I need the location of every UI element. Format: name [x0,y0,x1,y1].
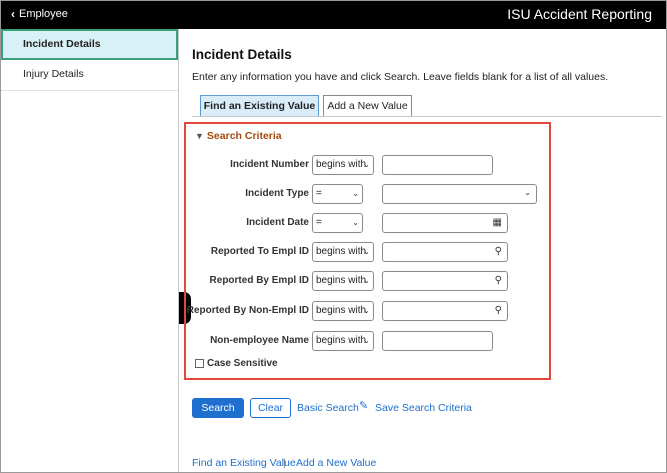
operator-value: begins with [316,159,367,170]
non-employee-name-input[interactable] [382,331,493,351]
reported-by-empl-id-operator-select[interactable]: begins with ⌄ [312,271,374,291]
field-label: Reported By Non-Empl ID [186,305,309,316]
field-row-incident-date: Incident Date = ⌄ ▦ [186,213,549,233]
back-label: Employee [19,8,68,20]
search-criteria-toggle[interactable]: ▼ Search Criteria [195,130,282,142]
case-sensitive-checkbox[interactable] [195,359,204,368]
incident-date-input[interactable]: ▦ [382,213,508,233]
page-title: Incident Details [192,47,292,62]
incident-type-operator-select[interactable]: = ⌄ [312,184,363,204]
incident-number-input[interactable] [382,155,493,175]
chevron-down-icon: ⌄ [363,306,370,315]
footer-find-existing-value-link[interactable]: Find an Existing Value [192,457,296,469]
footer-separator: | [283,457,286,469]
search-icon[interactable]: ⚲ [495,305,502,316]
field-label: Incident Type [245,188,309,199]
field-label: Incident Number [230,159,309,170]
case-sensitive-label: Case Sensitive [207,358,278,369]
field-row-incident-type: Incident Type = ⌄ ⌄ [186,184,549,204]
operator-value: = [316,217,322,228]
back-button[interactable]: ‹ Employee [11,8,68,20]
incident-type-select[interactable]: ⌄ [382,184,537,204]
search-icon[interactable]: ⚲ [495,275,502,286]
incident-number-operator-select[interactable]: begins with ⌄ [312,155,374,175]
chevron-down-icon: ⌄ [363,247,370,256]
tab-find-existing-value[interactable]: Find an Existing Value [200,95,319,117]
save-search-criteria-link[interactable]: Save Search Criteria [375,402,472,414]
chevron-down-icon: ⌄ [352,189,359,198]
chevron-down-icon: ⌄ [363,276,370,285]
chevron-down-icon: ⌄ [352,218,359,227]
field-label: Reported To Empl ID [210,246,309,257]
reported-to-empl-id-input[interactable]: ⚲ [382,242,508,262]
app-title: ISU Accident Reporting [507,6,652,22]
search-criteria-panel: ▼ Search Criteria Incident Number begins… [184,122,551,380]
field-row-reported-to-empl-id: Reported To Empl ID begins with ⌄ ⚲ [186,242,549,262]
operator-value: = [316,188,322,199]
search-icon[interactable]: ⚲ [495,246,502,257]
tab-add-new-value[interactable]: Add a New Value [323,95,412,117]
triangle-down-icon: ▼ [195,131,204,141]
top-bar: ‹ Employee ISU Accident Reporting [1,1,666,29]
field-row-reported-by-non-empl-id: Reported By Non-Empl ID begins with ⌄ ⚲ [186,301,549,321]
basic-search-link[interactable]: Basic Search [297,402,359,414]
field-label: Reported By Empl ID [209,275,309,286]
tab-divider [192,116,662,117]
operator-value: begins with [316,246,367,257]
field-row-incident-number: Incident Number begins with ⌄ [186,155,549,175]
operator-value: begins with [316,335,367,346]
instructions-text: Enter any information you have and click… [192,71,609,83]
chevron-left-icon: ‹ [11,7,15,21]
incident-date-operator-select[interactable]: = ⌄ [312,213,363,233]
sidebar: Incident Details Injury Details [1,29,179,472]
search-criteria-heading: Search Criteria [206,130,282,142]
chevron-down-icon: ⌄ [363,160,370,169]
reported-to-empl-id-operator-select[interactable]: begins with ⌄ [312,242,374,262]
calendar-icon[interactable]: ▦ [493,217,502,228]
field-label: Non-employee Name [210,335,309,346]
field-row-reported-by-empl-id: Reported By Empl ID begins with ⌄ ⚲ [186,271,549,291]
sidebar-item-injury-details[interactable]: Injury Details [1,60,178,91]
reported-by-empl-id-input[interactable]: ⚲ [382,271,508,291]
reported-by-non-empl-id-operator-select[interactable]: begins with ⌄ [312,301,374,321]
sidebar-item-incident-details[interactable]: Incident Details [1,29,178,60]
field-label: Incident Date [246,217,309,228]
search-button[interactable]: Search [192,398,244,418]
clear-button[interactable]: Clear [250,398,291,418]
reported-by-non-empl-id-input[interactable]: ⚲ [382,301,508,321]
case-sensitive-option: Case Sensitive [195,358,278,369]
non-employee-name-operator-select[interactable]: begins with ⌄ [312,331,374,351]
operator-value: begins with [316,305,367,316]
operator-value: begins with [316,275,367,286]
save-criteria-icon[interactable]: ✎ [359,399,368,412]
sidebar-item-label: Incident Details [23,38,101,50]
field-row-non-employee-name: Non-employee Name begins with ⌄ [186,331,549,351]
app-frame: ‹ Employee ISU Accident Reporting Incide… [0,0,667,473]
chevron-down-icon: ⌄ [524,188,531,197]
footer-add-new-value-link[interactable]: Add a New Value [296,457,376,469]
sidebar-item-label: Injury Details [23,68,84,80]
chevron-down-icon: ⌄ [363,336,370,345]
